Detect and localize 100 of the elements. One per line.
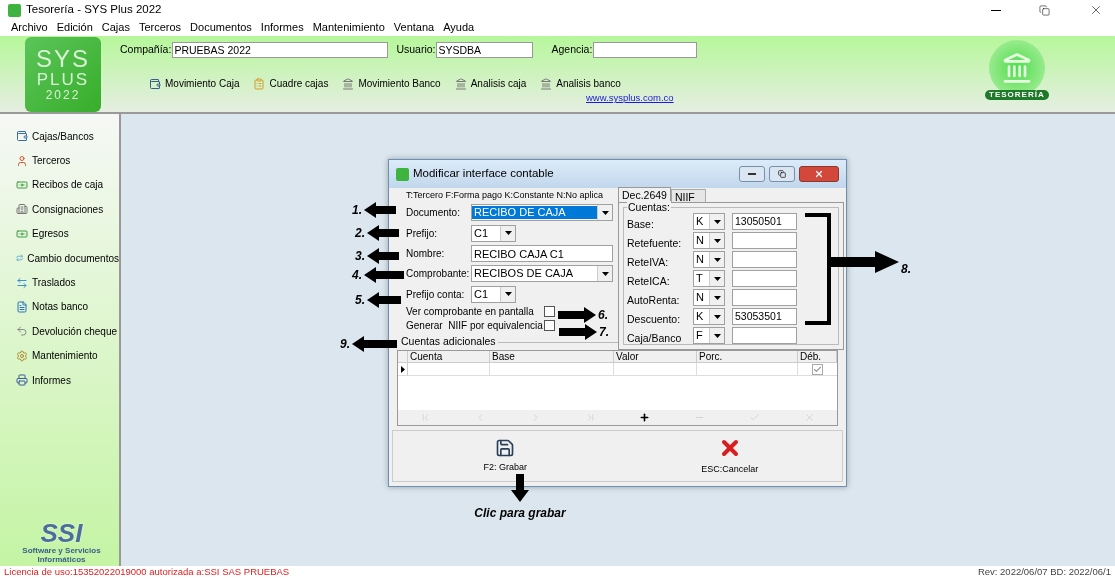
dropdown-field[interactable]: C1 (471, 224, 516, 242)
sidebar-item[interactable]: Informes (16, 367, 119, 393)
sidebar-icon (16, 203, 28, 216)
column-header: Porc. (697, 351, 798, 362)
field-label: Prefijo conta: (406, 287, 466, 302)
column-header: Base (490, 351, 614, 362)
sidebar-icon (16, 130, 28, 143)
dropdown-field[interactable]: N (693, 232, 725, 249)
insert-icon (639, 412, 651, 423)
menu-item[interactable]: Ayuda (443, 21, 475, 34)
menu-item[interactable]: Documentos (190, 21, 252, 34)
dropdown-caret-icon (713, 219, 721, 224)
sidebar-item[interactable]: Terceros (16, 148, 119, 173)
checkbox[interactable] (544, 319, 555, 331)
toolbar-icon (540, 77, 553, 90)
toolbar-button[interactable]: Movimiento Banco (342, 76, 441, 91)
column-header: Déb. (798, 351, 837, 362)
pointer-arrow (352, 336, 397, 352)
tab[interactable]: NIIF (670, 189, 706, 202)
insert-record-button[interactable] (639, 412, 651, 423)
input-field[interactable] (593, 42, 698, 58)
dropdown-field[interactable]: C1 (471, 285, 516, 303)
sidebar-item[interactable]: Mantenimiento (16, 343, 119, 368)
toolbar-button[interactable]: Movimiento Caja (149, 76, 240, 91)
menu-item[interactable]: Edición (56, 21, 93, 34)
dropdown-field[interactable]: RECIBO DE CAJA (471, 204, 613, 222)
toolbar-button[interactable]: Analisis banco (540, 76, 621, 91)
toolbar-icon (253, 77, 266, 90)
step-number: 5. (355, 292, 365, 309)
input-field[interactable] (732, 232, 797, 249)
step-number: 7. (599, 324, 609, 341)
field-label: Usuario: (396, 42, 436, 58)
pointer-arrow (559, 324, 597, 340)
sidebar-item[interactable]: Devolución cheque (16, 319, 119, 344)
toolbar-icon (454, 77, 467, 90)
sidebar-item[interactable]: Egresos (16, 221, 119, 246)
pointer-arrow (367, 292, 401, 308)
checkbox[interactable] (812, 363, 823, 375)
pointer-arrow (364, 202, 396, 218)
website-link[interactable]: www.sysplus.com.co (586, 91, 698, 106)
close-button[interactable] (799, 166, 839, 182)
input-field[interactable] (732, 289, 797, 306)
dropdown-field[interactable]: RECIBOS DE CAJA (471, 265, 613, 283)
dialog-title: Modificar interface contable (413, 166, 555, 182)
dropdown-field[interactable]: K (693, 213, 725, 230)
sidebar-item[interactable]: Cambio documentos (16, 245, 119, 271)
field-label: Nombre: (406, 246, 446, 261)
pointer-arrow (364, 267, 404, 283)
revision-text: Rev: 2022/06/07 BD: 2022/06/1 (977, 565, 1111, 579)
sidebar-item[interactable]: Recibos de caja (16, 172, 119, 198)
dropdown-field[interactable]: F (693, 327, 725, 344)
input-field[interactable]: 13050501 (732, 213, 797, 230)
toolbar-button[interactable]: Cuadre cajas (253, 76, 329, 91)
sidebar-icon (16, 276, 28, 289)
input-field[interactable] (732, 251, 797, 268)
close-icon (814, 169, 824, 179)
menu-item[interactable]: Archivo (11, 21, 48, 34)
restore-icon (778, 170, 786, 178)
save-button[interactable]: F2: Grabar (460, 437, 551, 475)
menu-item[interactable]: Mantenimiento (312, 21, 385, 34)
menu-item[interactable]: Terceros (138, 21, 182, 34)
dropdown-field[interactable]: N (693, 251, 725, 268)
input-field[interactable]: SYSDBA (436, 42, 534, 58)
dropdown-field[interactable]: T (693, 270, 725, 287)
module-badge: TESORERÍA (985, 90, 1049, 100)
company-logo: SSI (40, 520, 83, 546)
input-field[interactable] (732, 270, 797, 287)
sidebar-item[interactable]: Cajas/Bancos (16, 124, 119, 149)
pointer-arrow (367, 225, 399, 241)
dropdown-field[interactable]: N (693, 289, 725, 306)
maximize-button[interactable] (769, 166, 795, 182)
sidebar-item[interactable]: Consignaciones (16, 197, 119, 222)
dropdown-caret-icon (601, 210, 609, 215)
input-field[interactable]: PRUEBAS 2022 (172, 42, 389, 58)
input-field[interactable]: 53053501 (732, 308, 797, 325)
dropdown-caret-icon (601, 271, 609, 276)
dropdown-field[interactable]: K (693, 308, 725, 325)
toolbar-button[interactable]: Analisis caja (454, 76, 527, 91)
input-field[interactable]: RECIBO CAJA C1 (471, 244, 613, 262)
minimize-icon[interactable] (991, 9, 1001, 11)
step-number: 1. (352, 202, 362, 219)
sidebar-item[interactable]: Traslados (16, 270, 119, 295)
sidebar-item[interactable]: Notas banco (16, 294, 119, 320)
sidebar-icon (16, 300, 28, 313)
column-header: Valor (614, 351, 697, 362)
checkbox[interactable] (544, 305, 555, 317)
sys-plus-logo: SYS PLUS 2022 (25, 36, 101, 112)
menu-item[interactable]: Cajas (101, 21, 130, 34)
sidebar-icon (16, 178, 28, 191)
field-label: Agencia: (551, 42, 593, 58)
step-number: 9. (340, 336, 350, 353)
menu-item[interactable]: Informes (260, 21, 304, 34)
minimize-button[interactable] (739, 166, 765, 182)
field-label: Descuento: (627, 313, 682, 325)
input-field[interactable] (732, 327, 797, 344)
sidebar-icon (16, 154, 28, 167)
sidebar-icon (16, 374, 28, 387)
menu-item[interactable]: Ventana (393, 21, 435, 34)
field-label: ReteIVA: (627, 256, 670, 268)
cancel-button[interactable]: ESC:Cancelar (684, 435, 775, 477)
